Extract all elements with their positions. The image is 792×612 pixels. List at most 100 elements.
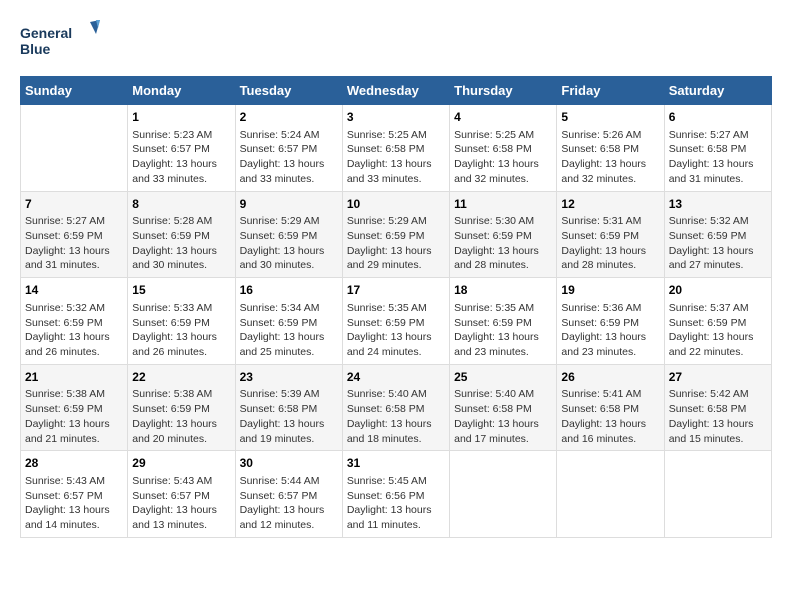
- calendar-cell: 19 Sunrise: 5:36 AM Sunset: 6:59 PM Dayli…: [557, 278, 664, 365]
- calendar-cell: 11Sunrise: 5:30 AM Sunset: 6:59 PM Dayli…: [450, 191, 557, 278]
- day-number: 27: [669, 369, 767, 386]
- logo-svg: General Blue: [20, 20, 100, 60]
- day-info: Sunrise: 5:28 AM Sunset: 6:59 PM Dayligh…: [132, 214, 230, 273]
- calendar-header-row: SundayMondayTuesdayWednesdayThursdayFrid…: [21, 77, 772, 105]
- week-row-5: 28 Sunrise: 5:43 AM Sunset: 6:57 PM Dayli…: [21, 451, 772, 538]
- calendar-cell: 4 Sunrise: 5:25 AM Sunset: 6:58 PM Daylig…: [450, 105, 557, 192]
- day-info: Sunrise: 5:29 AM Sunset: 6:59 PM Dayligh…: [347, 214, 445, 273]
- day-info: Sunrise: 5:25 AM Sunset: 6:58 PM Dayligh…: [347, 128, 445, 187]
- calendar-cell: 24Sunrise: 5:40 AM Sunset: 6:58 PM Dayli…: [342, 364, 449, 451]
- column-header-sunday: Sunday: [21, 77, 128, 105]
- day-number: 23: [240, 369, 338, 386]
- calendar-cell: 8Sunrise: 5:28 AM Sunset: 6:59 PM Daylig…: [128, 191, 235, 278]
- calendar-cell: 1 Sunrise: 5:23 AM Sunset: 6:57 PM Daylig…: [128, 105, 235, 192]
- day-info: Sunrise: 5:38 AM Sunset: 6:59 PM Dayligh…: [132, 387, 230, 446]
- day-number: 18: [454, 282, 552, 299]
- svg-text:General: General: [20, 25, 72, 41]
- calendar-cell: 23Sunrise: 5:39 AM Sunset: 6:58 PM Dayli…: [235, 364, 342, 451]
- column-header-monday: Monday: [128, 77, 235, 105]
- day-info: Sunrise: 5:26 AM Sunset: 6:58 PM Dayligh…: [561, 128, 659, 187]
- day-number: 4: [454, 109, 552, 126]
- calendar-cell: 7Sunrise: 5:27 AM Sunset: 6:59 PM Daylig…: [21, 191, 128, 278]
- calendar-cell: 15 Sunrise: 5:33 AM Sunset: 6:59 PM Dayli…: [128, 278, 235, 365]
- week-row-4: 21Sunrise: 5:38 AM Sunset: 6:59 PM Dayli…: [21, 364, 772, 451]
- calendar-cell: 2Sunrise: 5:24 AM Sunset: 6:57 PM Daylig…: [235, 105, 342, 192]
- calendar-cell: [21, 105, 128, 192]
- calendar-cell: 17 Sunrise: 5:35 AM Sunset: 6:59 PM Dayli…: [342, 278, 449, 365]
- calendar-cell: 26Sunrise: 5:41 AM Sunset: 6:58 PM Dayli…: [557, 364, 664, 451]
- column-header-tuesday: Tuesday: [235, 77, 342, 105]
- logo: General Blue: [20, 20, 100, 60]
- day-number: 28: [25, 455, 123, 472]
- day-number: 14: [25, 282, 123, 299]
- day-number: 29: [132, 455, 230, 472]
- day-info: Sunrise: 5:42 AM Sunset: 6:58 PM Dayligh…: [669, 387, 767, 446]
- day-info: Sunrise: 5:27 AM Sunset: 6:59 PM Dayligh…: [25, 214, 123, 273]
- day-number: 15: [132, 282, 230, 299]
- column-header-friday: Friday: [557, 77, 664, 105]
- day-number: 12: [561, 196, 659, 213]
- day-info: Sunrise: 5:32 AM Sunset: 6:59 PM Dayligh…: [669, 214, 767, 273]
- calendar-cell: 13Sunrise: 5:32 AM Sunset: 6:59 PM Dayli…: [664, 191, 771, 278]
- calendar-cell: [664, 451, 771, 538]
- column-header-wednesday: Wednesday: [342, 77, 449, 105]
- day-number: 16: [240, 282, 338, 299]
- day-number: 9: [240, 196, 338, 213]
- day-number: 26: [561, 369, 659, 386]
- day-info: Sunrise: 5:24 AM Sunset: 6:57 PM Dayligh…: [240, 128, 338, 187]
- day-number: 19: [561, 282, 659, 299]
- day-info: Sunrise: 5:23 AM Sunset: 6:57 PM Dayligh…: [132, 128, 230, 187]
- calendar-cell: [450, 451, 557, 538]
- day-number: 11: [454, 196, 552, 213]
- day-number: 13: [669, 196, 767, 213]
- day-number: 1: [132, 109, 230, 126]
- day-number: 7: [25, 196, 123, 213]
- day-info: Sunrise: 5:43 AM Sunset: 6:57 PM Dayligh…: [132, 474, 230, 533]
- calendar-cell: 22Sunrise: 5:38 AM Sunset: 6:59 PM Dayli…: [128, 364, 235, 451]
- column-header-thursday: Thursday: [450, 77, 557, 105]
- day-info: Sunrise: 5:45 AM Sunset: 6:56 PM Dayligh…: [347, 474, 445, 533]
- day-info: Sunrise: 5:34 AM Sunset: 6:59 PM Dayligh…: [240, 301, 338, 360]
- day-info: Sunrise: 5:44 AM Sunset: 6:57 PM Dayligh…: [240, 474, 338, 533]
- day-info: Sunrise: 5:29 AM Sunset: 6:59 PM Dayligh…: [240, 214, 338, 273]
- day-info: Sunrise: 5:39 AM Sunset: 6:58 PM Dayligh…: [240, 387, 338, 446]
- calendar-cell: 10Sunrise: 5:29 AM Sunset: 6:59 PM Dayli…: [342, 191, 449, 278]
- calendar-cell: 25Sunrise: 5:40 AM Sunset: 6:58 PM Dayli…: [450, 364, 557, 451]
- calendar-cell: [557, 451, 664, 538]
- calendar-cell: 27Sunrise: 5:42 AM Sunset: 6:58 PM Dayli…: [664, 364, 771, 451]
- day-number: 25: [454, 369, 552, 386]
- day-number: 24: [347, 369, 445, 386]
- day-info: Sunrise: 5:33 AM Sunset: 6:59 PM Dayligh…: [132, 301, 230, 360]
- week-row-3: 14 Sunrise: 5:32 AM Sunset: 6:59 PM Dayli…: [21, 278, 772, 365]
- day-info: Sunrise: 5:31 AM Sunset: 6:59 PM Dayligh…: [561, 214, 659, 273]
- svg-text:Blue: Blue: [20, 41, 51, 57]
- day-number: 10: [347, 196, 445, 213]
- day-info: Sunrise: 5:36 AM Sunset: 6:59 PM Dayligh…: [561, 301, 659, 360]
- day-info: Sunrise: 5:35 AM Sunset: 6:59 PM Dayligh…: [347, 301, 445, 360]
- day-number: 8: [132, 196, 230, 213]
- day-info: Sunrise: 5:40 AM Sunset: 6:58 PM Dayligh…: [347, 387, 445, 446]
- week-row-1: 1 Sunrise: 5:23 AM Sunset: 6:57 PM Daylig…: [21, 105, 772, 192]
- calendar-cell: 31Sunrise: 5:45 AM Sunset: 6:56 PM Dayli…: [342, 451, 449, 538]
- calendar-cell: 18 Sunrise: 5:35 AM Sunset: 6:59 PM Dayli…: [450, 278, 557, 365]
- calendar-cell: 29 Sunrise: 5:43 AM Sunset: 6:57 PM Dayli…: [128, 451, 235, 538]
- day-info: Sunrise: 5:38 AM Sunset: 6:59 PM Dayligh…: [25, 387, 123, 446]
- day-info: Sunrise: 5:30 AM Sunset: 6:59 PM Dayligh…: [454, 214, 552, 273]
- calendar-cell: 28 Sunrise: 5:43 AM Sunset: 6:57 PM Dayli…: [21, 451, 128, 538]
- day-info: Sunrise: 5:41 AM Sunset: 6:58 PM Dayligh…: [561, 387, 659, 446]
- calendar-cell: 6Sunrise: 5:27 AM Sunset: 6:58 PM Daylig…: [664, 105, 771, 192]
- day-info: Sunrise: 5:37 AM Sunset: 6:59 PM Dayligh…: [669, 301, 767, 360]
- day-info: Sunrise: 5:25 AM Sunset: 6:58 PM Dayligh…: [454, 128, 552, 187]
- calendar-cell: 14 Sunrise: 5:32 AM Sunset: 6:59 PM Dayli…: [21, 278, 128, 365]
- calendar-cell: 12Sunrise: 5:31 AM Sunset: 6:59 PM Dayli…: [557, 191, 664, 278]
- day-number: 21: [25, 369, 123, 386]
- day-number: 3: [347, 109, 445, 126]
- day-info: Sunrise: 5:32 AM Sunset: 6:59 PM Dayligh…: [25, 301, 123, 360]
- page-header: General Blue: [20, 20, 772, 60]
- day-number: 17: [347, 282, 445, 299]
- day-number: 5: [561, 109, 659, 126]
- calendar-cell: 5 Sunrise: 5:26 AM Sunset: 6:58 PM Daylig…: [557, 105, 664, 192]
- day-info: Sunrise: 5:43 AM Sunset: 6:57 PM Dayligh…: [25, 474, 123, 533]
- day-info: Sunrise: 5:35 AM Sunset: 6:59 PM Dayligh…: [454, 301, 552, 360]
- day-number: 6: [669, 109, 767, 126]
